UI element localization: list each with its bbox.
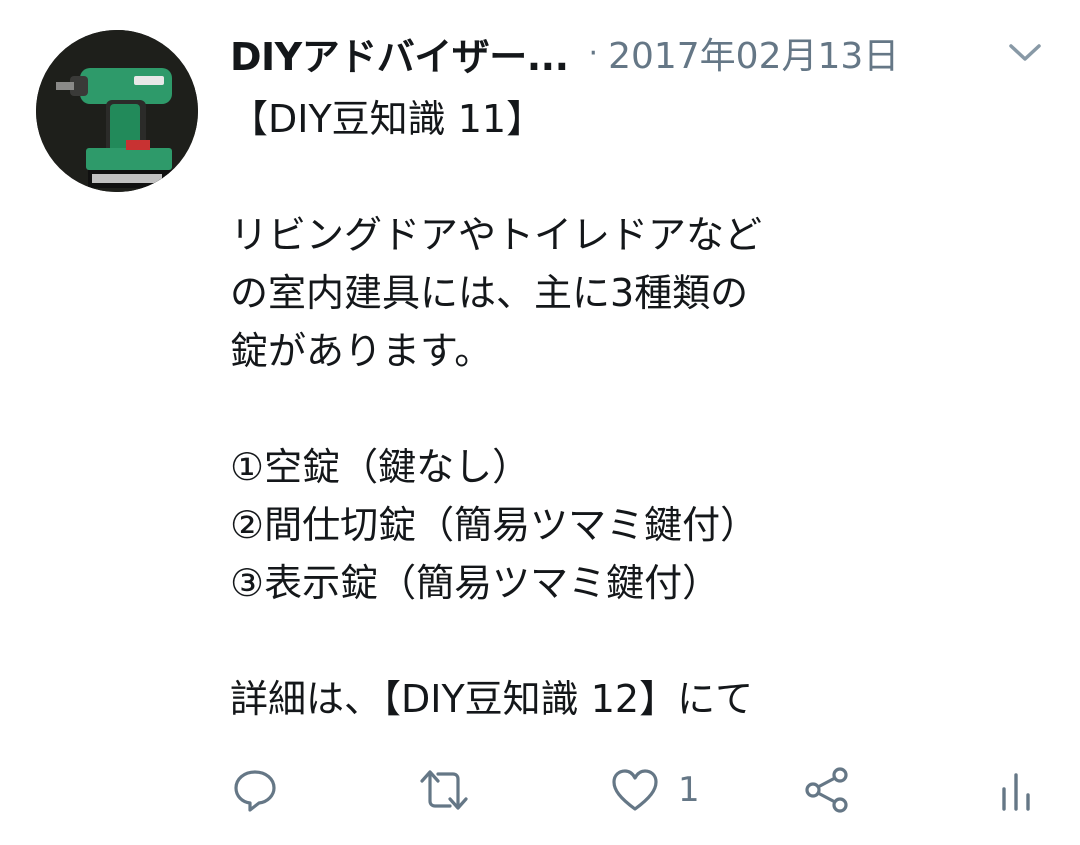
tweet-line: 錠があります。 [230,329,493,373]
retweet-icon [416,767,472,813]
retweet-button[interactable] [416,760,472,820]
avatar-drill-image [36,30,198,192]
like-button[interactable]: 1 [610,760,700,820]
tweet-line: 詳細は、【DIY豆知識 12】にて [230,677,754,721]
tweet-line: ①空錠（鍵なし） [230,445,531,489]
author-name[interactable]: DIYアドバイザー... [230,26,569,81]
tweet-line [230,612,990,670]
tweet-header: DIYアドバイザー... · 2017年02月13日 [230,26,1050,81]
reply-button[interactable] [232,760,278,820]
analytics-button[interactable] [998,760,1034,820]
header-separator: · [588,35,599,71]
tweet-line [230,148,990,206]
analytics-icon [998,767,1034,813]
tweet-actions: 1 [220,760,1050,820]
tweet-line: の室内建具には、主に3種類の [230,271,749,315]
tweet-line: 【DIY豆知識 11】 [230,97,545,141]
chevron-down-icon[interactable] [1000,28,1050,78]
tweet-line: ③表示錠（簡易ツマミ鍵付） [230,561,721,605]
reply-icon [232,767,278,813]
avatar[interactable] [36,30,198,192]
heart-icon [610,767,660,813]
tweet-line: リビングドアやトイレドアなど [230,213,763,257]
tweet-date[interactable]: 2017年02月13日 [608,27,899,79]
share-icon [802,765,852,815]
tweet-line: ②間仕切錠（簡易ツマミ鍵付） [230,503,759,547]
like-count: 1 [678,770,700,810]
tweet-text: 【DIY豆知識 11】 リビングドアやトイレドアなど の室内建具には、主に3種類… [230,90,990,728]
share-button[interactable] [802,760,852,820]
tweet-line [230,380,990,438]
